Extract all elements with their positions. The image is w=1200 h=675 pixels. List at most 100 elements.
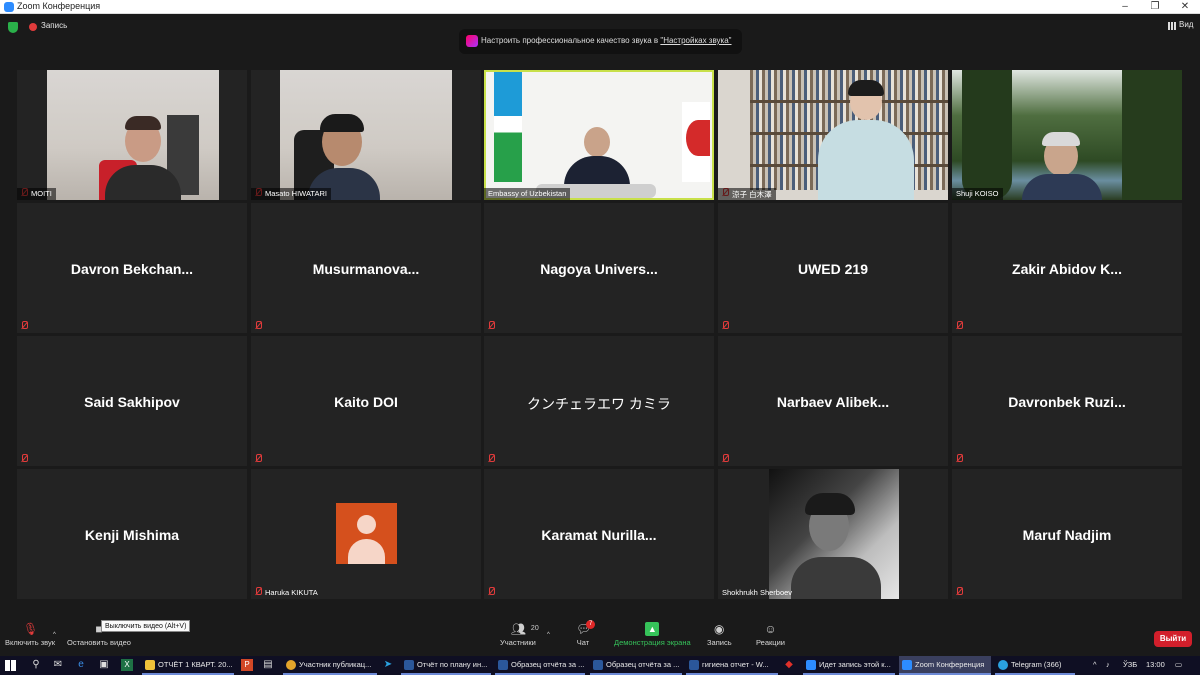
recording-icon [29, 23, 37, 31]
speaker-icon[interactable]: ♪ [1106, 660, 1110, 669]
taskbar-app[interactable]: ОТЧЁТ 1 КВАРТ. 20... [142, 656, 234, 675]
folder-icon [145, 660, 155, 670]
chat-label: Чат [576, 638, 590, 647]
participants-icon: 👥︎ 20 [510, 622, 539, 636]
participant-name: Davron Bekchan... [70, 261, 194, 277]
participant-tile[interactable]: UWED 219 [718, 203, 948, 333]
chat-button[interactable]: 💬︎ 7 Чат [576, 620, 596, 647]
record-icon: ◉ [714, 622, 725, 636]
participant-tile[interactable]: Haruka KIKUTA [251, 469, 481, 599]
input-language[interactable]: ЎЗБ [1123, 660, 1137, 669]
participant-tile[interactable]: Said Sakhipov [17, 336, 247, 466]
participant-tile[interactable]: クンチェラエワ カミラ [484, 336, 714, 466]
audio-settings-link[interactable]: "Настройках звука" [660, 36, 731, 45]
audio-notice-banner: Настроить профессиональное качество звук… [459, 29, 742, 54]
muted-mic-icon [254, 454, 262, 463]
close-button[interactable]: ✕ [1170, 0, 1200, 14]
participants-button[interactable]: 👥︎ 20 Участники [500, 622, 539, 647]
participant-tile[interactable]: Nagoya Univers... [484, 203, 714, 333]
grid-view-icon[interactable] [1168, 22, 1176, 30]
participant-tile[interactable]: Masato HIWATARI [251, 70, 481, 200]
participant-tile[interactable]: 涼子 白木澤 [718, 70, 948, 200]
taskbar-app[interactable]: Telegram (366) [995, 656, 1075, 675]
chat-bubble-icon: 💬︎ 7 [576, 620, 596, 636]
maximize-button[interactable]: ❐ [1140, 0, 1170, 14]
participant-name-label: 涼子 白木澤 [718, 188, 776, 200]
participant-name: Musurmanova... [312, 261, 420, 277]
recording-label: Запись [41, 21, 68, 30]
telegram-icon[interactable]: ➤ [382, 659, 394, 671]
leave-meeting-button[interactable]: Выйти [1154, 631, 1192, 647]
telegram-icon [998, 660, 1008, 670]
default-avatar-icon [336, 503, 397, 564]
participant-video [952, 70, 1182, 200]
audio-options-chevron-icon[interactable]: ^ [53, 632, 56, 638]
camera-app-icon[interactable]: ▣ [98, 659, 110, 671]
muted-mic-icon [487, 321, 495, 330]
participant-tile[interactable]: Davron Bekchan... [17, 203, 247, 333]
participant-tile[interactable]: Shuji KOISO [952, 70, 1182, 200]
file-explorer-icon[interactable]: ▤ [262, 659, 274, 671]
zoom-icon [902, 660, 912, 670]
window-titlebar: Zoom Конференция ‒ ❐ ✕ [0, 0, 1200, 14]
zoom-logo-icon [4, 2, 14, 12]
participant-name: クンチェラエワ カミラ [527, 396, 671, 412]
participant-tile[interactable]: Musurmanova... [251, 203, 481, 333]
taskbar-app-active[interactable]: Zoom Конференция [899, 656, 991, 675]
participants-chevron-icon[interactable]: ^ [547, 632, 550, 638]
participant-tile-active-speaker[interactable]: Embassy of Uzbekistan [484, 70, 714, 200]
reactions-label: Реакции [756, 638, 785, 647]
tray-chevron-icon[interactable]: ^ [1093, 660, 1097, 669]
participant-name: Nagoya Univers... [540, 261, 658, 277]
muted-mic-icon [20, 321, 28, 330]
security-shield-icon[interactable] [8, 22, 18, 33]
participant-tile[interactable]: Narbaev Alibek... [718, 336, 948, 466]
search-icon[interactable]: ⚲ [30, 659, 42, 671]
muted-mic-icon [20, 454, 28, 463]
participant-tile[interactable]: Shokhrukh Sherboev [718, 469, 948, 599]
share-screen-label: Демонстрация экрана [614, 638, 691, 647]
taskbar-app[interactable]: Отчёт по плану ин... [401, 656, 491, 675]
record-label: Запись [707, 638, 732, 647]
minimize-button[interactable]: ‒ [1110, 0, 1140, 14]
record-button[interactable]: ◉ Запись [707, 622, 732, 647]
taskbar-app[interactable]: Идет запись этой к... [803, 656, 895, 675]
window-title: Zoom Конференция [17, 1, 101, 11]
taskbar-app[interactable]: Образец отчёта за ... [495, 656, 585, 675]
participant-video [718, 70, 948, 200]
participant-name: Said Sakhipov [84, 394, 180, 410]
taskbar-app[interactable]: Участник публикац... [283, 656, 377, 675]
word-icon [689, 660, 699, 670]
view-button[interactable]: Вид [1179, 20, 1193, 29]
participant-name: UWED 219 [797, 261, 869, 277]
pdf-reader-icon[interactable]: ◆ [783, 659, 795, 671]
participant-tile[interactable]: MOITI [17, 70, 247, 200]
excel-icon[interactable]: X [121, 659, 133, 671]
muted-mic-icon [721, 321, 729, 330]
taskbar-app[interactable]: Образец отчёта за ... [590, 656, 682, 675]
participant-tile[interactable]: Karamat Nurilla... [484, 469, 714, 599]
windows-start-icon[interactable] [5, 660, 16, 671]
muted-mic-icon [955, 321, 963, 330]
stop-video-label: Остановить видео [67, 638, 131, 647]
mail-icon[interactable]: ✉ [52, 659, 64, 671]
participants-count: 20 [530, 625, 539, 632]
unmute-button[interactable]: 🎙︎ Включить звук [5, 622, 55, 647]
participant-video [486, 72, 712, 198]
participant-video [280, 70, 452, 200]
edge-browser-icon[interactable]: e [75, 659, 87, 671]
notifications-icon[interactable]: ▭ [1175, 660, 1182, 669]
taskbar-app[interactable]: гигиена отчет - W... [686, 656, 778, 675]
reactions-button[interactable]: ☺ Реакции [756, 622, 785, 647]
participant-tile[interactable]: Kaito DOI [251, 336, 481, 466]
participant-tile[interactable]: Zakir Abidov K... [952, 203, 1182, 333]
participant-tile[interactable]: Maruf Nadjim [952, 469, 1182, 599]
muted-mic-icon [487, 587, 495, 596]
participant-name-label: Shuji KOISO [952, 188, 1003, 200]
smiley-icon: ☺ [764, 622, 777, 636]
participant-tile[interactable]: Kenji Mishima [17, 469, 247, 599]
participant-tile[interactable]: Davronbek Ruzi... [952, 336, 1182, 466]
powerpoint-icon[interactable]: P [241, 659, 253, 671]
share-screen-button[interactable]: ▲ Демонстрация экрана [614, 622, 691, 647]
clock[interactable]: 13:00 [1146, 660, 1165, 669]
